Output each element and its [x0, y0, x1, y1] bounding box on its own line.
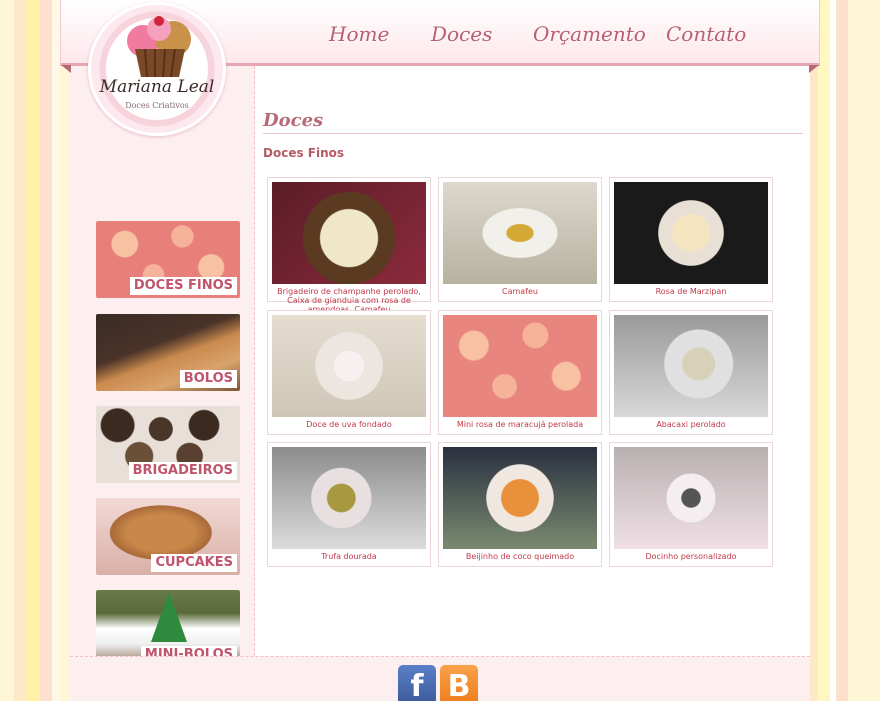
blogger-icon[interactable]: B — [440, 665, 478, 701]
gallery-item[interactable]: Brigadeiro de champanhe perolado, Caixa … — [267, 177, 431, 314]
gallery-caption: Trufa dourada — [321, 552, 377, 561]
gallery-item[interactable]: Beijinho de coco queimado — [438, 442, 602, 567]
nav-contato[interactable]: Contato — [666, 22, 746, 46]
gallery-caption: Abacaxi perolado — [656, 420, 726, 429]
gallery-item[interactable]: Doce de uva fondado — [267, 310, 431, 435]
page-title: Doces — [263, 110, 803, 134]
page: DOCES FINOS BOLOS BRIGADEIROS CUPCAKES M… — [60, 0, 820, 701]
sidebar-item-brigadeiros[interactable]: BRIGADEIROS — [96, 406, 240, 483]
gallery-image — [272, 182, 426, 284]
gallery-caption: Mini rosa de maracujá perolada — [456, 420, 584, 429]
tree-decoration — [151, 592, 187, 642]
brand-name: Mariana Leal — [99, 77, 215, 97]
nav-doces[interactable]: Doces — [431, 22, 533, 46]
gallery-item[interactable]: Camafeu — [438, 177, 602, 302]
sidebar: DOCES FINOS BOLOS BRIGADEIROS CUPCAKES M… — [70, 66, 255, 667]
gallery-image — [614, 315, 768, 417]
ribbon-fold-right — [809, 65, 819, 73]
logo[interactable]: Mariana Leal Doces Criativos — [88, 2, 226, 136]
sidebar-item-label: BOLOS — [179, 370, 237, 388]
brand-tagline: Doces Criativos — [125, 101, 189, 110]
cupcake-icon — [127, 16, 191, 78]
gallery-caption: Doce de uva fondado — [306, 420, 392, 429]
sidebar-item-label: BRIGADEIROS — [128, 462, 237, 480]
gallery-caption: Rosa de Marzipan — [655, 287, 727, 296]
section-subtitle: Doces Finos — [263, 146, 345, 160]
nav-orcamento[interactable]: Orçamento — [533, 22, 666, 46]
nav-home[interactable]: Home — [329, 22, 431, 46]
gallery-image — [614, 447, 768, 549]
blogger-glyph: B — [447, 669, 471, 701]
gallery-image — [443, 447, 597, 549]
gallery-item[interactable]: Docinho personalizado — [609, 442, 773, 567]
sidebar-item-bolos[interactable]: BOLOS — [96, 314, 240, 391]
sidebar-item-doces-finos[interactable]: DOCES FINOS — [96, 221, 240, 298]
sidebar-item-label: DOCES FINOS — [129, 277, 237, 295]
facebook-icon[interactable]: f — [398, 665, 436, 701]
facebook-glyph: f — [410, 669, 424, 701]
gallery-image — [614, 182, 768, 284]
gallery-image — [272, 447, 426, 549]
sidebar-item-cupcakes[interactable]: CUPCAKES — [96, 498, 240, 575]
gallery-image — [272, 315, 426, 417]
ribbon-fold-left — [61, 65, 71, 73]
sidebar-item-label: CUPCAKES — [151, 554, 237, 572]
footer: f B — [70, 656, 810, 701]
gallery-item[interactable]: Abacaxi perolado — [609, 310, 773, 435]
gallery-item[interactable]: Trufa dourada — [267, 442, 431, 567]
gallery-caption: Camafeu — [502, 287, 538, 296]
gallery-caption: Docinho personalizado — [645, 552, 737, 561]
gallery-caption: Beijinho de coco queimado — [465, 552, 575, 561]
main-nav: Home Doces Orçamento Contato — [329, 22, 746, 46]
gallery-item[interactable]: Mini rosa de maracujá perolada — [438, 310, 602, 435]
gallery-image — [443, 182, 597, 284]
gallery-image — [443, 315, 597, 417]
gallery-item[interactable]: Rosa de Marzipan — [609, 177, 773, 302]
